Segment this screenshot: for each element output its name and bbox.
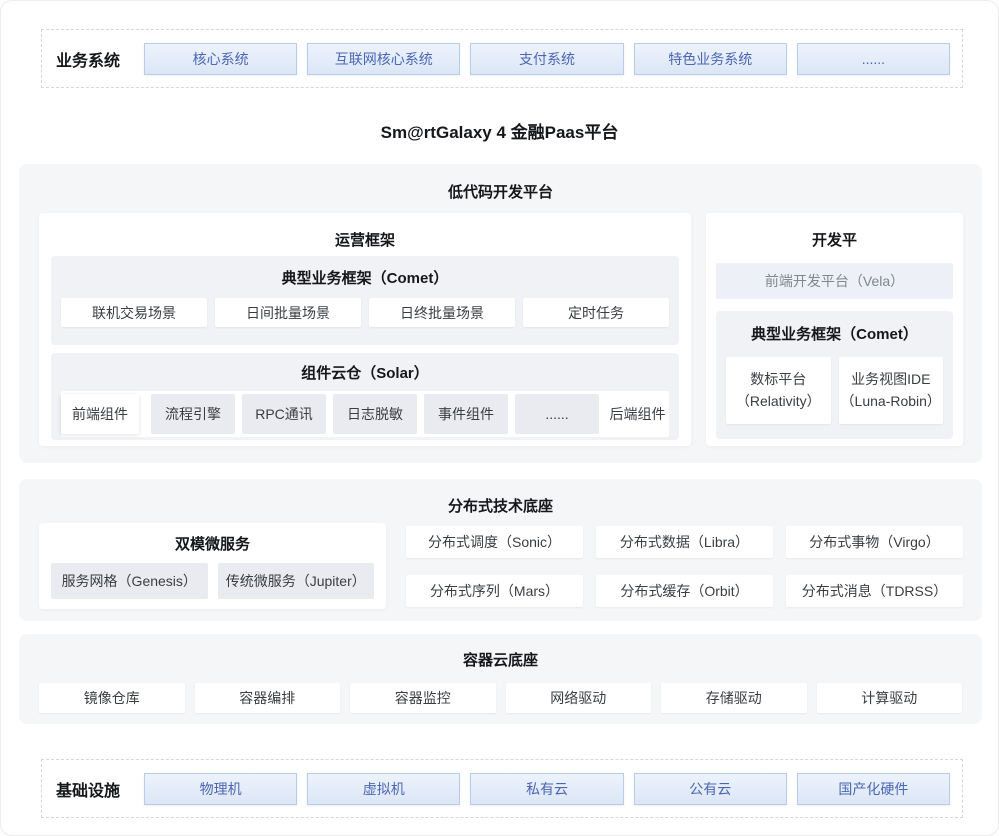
comet-framework-subpanel: 典型业务框架（Comet） 联机交易场景 日间批量场景 日终批量场景 定时任务 xyxy=(51,256,679,345)
tile-vela-frontend-platform: 前端开发平台（Vela） xyxy=(716,263,953,299)
tile-sonic-scheduler: 分布式调度（Sonic） xyxy=(406,526,583,558)
tile-endofday-batch: 日终批量场景 xyxy=(369,298,515,327)
tile-container-orchestration: 容器编排 xyxy=(195,683,341,713)
solar-components-row: 前端组件 流程引擎 RPC通讯 日志脱敏 事件组件 ...... 后端组件 xyxy=(61,391,669,437)
dev-platform-title: 开发平 xyxy=(706,213,963,250)
tile-rpc-comm: RPC通讯 xyxy=(242,394,326,434)
platform-title: Sm@rtGalaxy 4 金融Paas平台 xyxy=(1,118,998,143)
operation-framework-title: 运营框架 xyxy=(39,213,691,250)
infra-public-cloud: 公有云 xyxy=(634,773,787,805)
operation-framework-panel: 运营框架 典型业务框架（Comet） 联机交易场景 日间批量场景 日终批量场景 … xyxy=(39,213,691,446)
tile-storage-driver: 存储驱动 xyxy=(661,683,807,713)
lowcode-section-title: 低代码开发平台 xyxy=(19,164,982,202)
tile-process-engine: 流程引擎 xyxy=(151,394,235,434)
tile-event-component: 事件组件 xyxy=(424,394,508,434)
tile-relativity-platform: 数标平台 （Relativity） xyxy=(726,357,831,424)
tile-libra-data: 分布式数据（Libra） xyxy=(596,526,773,558)
tile-tdrss-message: 分布式消息（TDRSS） xyxy=(786,575,963,607)
tile-solar-more: ...... xyxy=(515,394,599,434)
dev-comet-subpanel: 典型业务框架（Comet） 数标平台 （Relativity） 业务视图IDE … xyxy=(716,311,953,439)
infra-virtual-machine: 虚拟机 xyxy=(307,773,460,805)
dual-microservice-row: 服务网格（Genesis） 传统微服务（Jupiter） xyxy=(51,563,374,599)
infrastructure-label: 基础设施 xyxy=(56,777,144,801)
business-systems-label: 业务系统 xyxy=(56,47,144,71)
tile-network-driver: 网络驱动 xyxy=(506,683,652,713)
solar-warehouse-title: 组件云仓（Solar） xyxy=(51,353,679,383)
infra-domestic-hardware: 国产化硬件 xyxy=(797,773,950,805)
distributed-section-title: 分布式技术底座 xyxy=(19,479,982,516)
tile-relativity-line1: 数标平台 xyxy=(750,369,806,391)
business-system-payment: 支付系统 xyxy=(470,43,623,75)
tile-frontend-component: 前端组件 xyxy=(61,394,139,434)
comet-scenarios-row: 联机交易场景 日间批量场景 日终批量场景 定时任务 xyxy=(61,298,669,327)
tile-luna-robin-ide: 业务视图IDE （Luna-Robin） xyxy=(839,357,944,424)
container-section-title: 容器云底座 xyxy=(19,634,982,670)
container-tiles-row: 镜像仓库 容器编排 容器监控 网络驱动 存储驱动 计算驱动 xyxy=(39,683,962,713)
tile-luna-robin-line2: （Luna-Robin） xyxy=(841,391,941,413)
distributed-tiles-grid: 分布式调度（Sonic） 分布式数据（Libra） 分布式事物（Virgo） 分… xyxy=(406,526,963,607)
tile-scheduled-task: 定时任务 xyxy=(523,298,669,327)
container-section: 容器云底座 镜像仓库 容器编排 容器监控 网络驱动 存储驱动 计算驱动 xyxy=(19,634,982,724)
infra-physical-machine: 物理机 xyxy=(144,773,297,805)
dev-comet-tiles-row: 数标平台 （Relativity） 业务视图IDE （Luna-Robin） xyxy=(726,357,943,424)
business-system-internet-core: 互联网核心系统 xyxy=(307,43,460,75)
tile-relativity-line2: （Relativity） xyxy=(736,391,821,413)
infrastructure-row: 基础设施 物理机 虚拟机 私有云 公有云 国产化硬件 xyxy=(41,759,963,818)
architecture-diagram: 业务系统 核心系统 互联网核心系统 支付系统 特色业务系统 ...... Sm@… xyxy=(0,0,999,836)
dual-microservice-panel: 双模微服务 服务网格（Genesis） 传统微服务（Jupiter） xyxy=(39,523,386,609)
tile-genesis-mesh: 服务网格（Genesis） xyxy=(51,563,208,599)
tile-mars-sequence: 分布式序列（Mars） xyxy=(406,575,583,607)
dev-comet-title: 典型业务框架（Comet） xyxy=(716,311,953,344)
dual-microservice-title: 双模微服务 xyxy=(39,523,386,554)
tile-container-monitoring: 容器监控 xyxy=(350,683,496,713)
business-system-special: 特色业务系统 xyxy=(634,43,787,75)
comet-framework-title: 典型业务框架（Comet） xyxy=(51,256,679,288)
business-system-core: 核心系统 xyxy=(144,43,297,75)
infrastructure-items: 物理机 虚拟机 私有云 公有云 国产化硬件 xyxy=(144,773,950,805)
business-system-more: ...... xyxy=(797,43,950,75)
tile-compute-driver: 计算驱动 xyxy=(817,683,963,713)
tile-image-registry: 镜像仓库 xyxy=(39,683,185,713)
tile-daytime-batch: 日间批量场景 xyxy=(215,298,361,327)
infra-private-cloud: 私有云 xyxy=(470,773,623,805)
dev-platform-panel: 开发平 前端开发平台（Vela） 典型业务框架（Comet） 数标平台 （Rel… xyxy=(706,213,963,446)
distributed-section: 分布式技术底座 双模微服务 服务网格（Genesis） 传统微服务（Jupite… xyxy=(19,479,982,621)
tile-orbit-cache: 分布式缓存（Orbit） xyxy=(596,575,773,607)
tile-luna-robin-line1: 业务视图IDE xyxy=(851,369,930,391)
tile-log-masking: 日志脱敏 xyxy=(333,394,417,434)
tile-online-trading: 联机交易场景 xyxy=(61,298,207,327)
tile-jupiter-microservice: 传统微服务（Jupiter） xyxy=(218,563,375,599)
tile-virgo-transaction: 分布式事物（Virgo） xyxy=(786,526,963,558)
business-systems-items: 核心系统 互联网核心系统 支付系统 特色业务系统 ...... xyxy=(144,43,950,75)
tile-backend-component: 后端组件 xyxy=(606,404,669,424)
solar-warehouse-subpanel: 组件云仓（Solar） 前端组件 流程引擎 RPC通讯 日志脱敏 事件组件 ..… xyxy=(51,353,679,440)
business-systems-row: 业务系统 核心系统 互联网核心系统 支付系统 特色业务系统 ...... xyxy=(41,29,963,88)
lowcode-section: 低代码开发平台 运营框架 典型业务框架（Comet） 联机交易场景 日间批量场景… xyxy=(19,164,982,463)
